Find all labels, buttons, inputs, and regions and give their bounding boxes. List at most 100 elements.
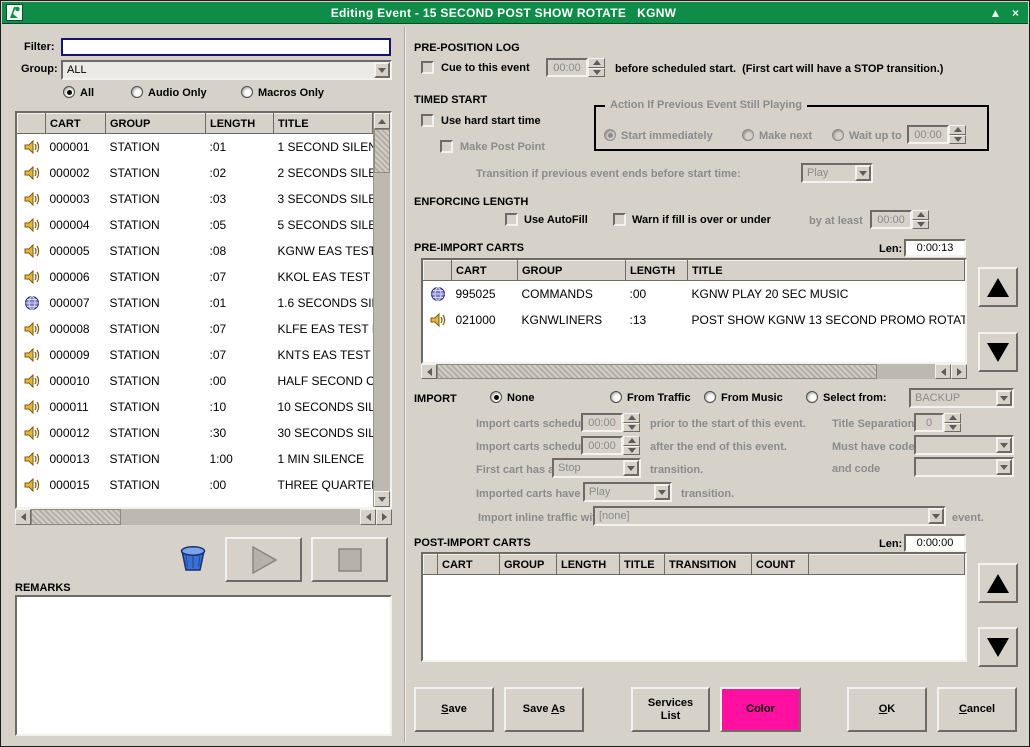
remarks-textarea[interactable] bbox=[15, 595, 392, 736]
cart-row[interactable]: 000002STATION:022 SECONDS SILEN bbox=[18, 160, 373, 186]
cart-row[interactable]: 000004STATION:055 SECONDS SILEN bbox=[18, 212, 373, 238]
import-none-radio[interactable] bbox=[490, 391, 502, 403]
cell-length: :10 bbox=[206, 394, 274, 420]
color-button[interactable]: Color bbox=[720, 687, 801, 732]
title-separation-spinbox: 0 bbox=[914, 413, 961, 432]
make-next-label: Make next bbox=[759, 130, 812, 143]
scroll-right-icon[interactable] bbox=[376, 509, 392, 525]
by-at-least-spinbox: 00:00 bbox=[870, 210, 929, 229]
post-import-move-up-button[interactable] bbox=[978, 563, 1018, 603]
chevron-down-icon bbox=[623, 460, 639, 476]
column-header-count[interactable]: COUNT bbox=[752, 555, 809, 575]
column-header-group[interactable]: GROUP bbox=[106, 114, 206, 134]
cancel-button-label: Cancel bbox=[959, 703, 995, 716]
cell-cart: 000003 bbox=[46, 186, 106, 212]
cell-length: :07 bbox=[206, 264, 274, 290]
cart-row[interactable]: 000010STATION:00HALF SECOND OF bbox=[18, 368, 373, 394]
start-immediately-radio bbox=[604, 129, 616, 141]
cart-row[interactable]: 000011STATION:1010 SECONDS SILE bbox=[18, 394, 373, 420]
scroll-left-icon[interactable] bbox=[935, 364, 951, 379]
filter-macros-only-label: Macros Only bbox=[258, 87, 324, 100]
scrollbar-track[interactable] bbox=[877, 364, 935, 379]
services-list-button[interactable]: Services List bbox=[631, 687, 710, 732]
cell-title: KNTS EAS TEST IN bbox=[274, 342, 373, 368]
play-button[interactable] bbox=[225, 537, 302, 582]
scroll-left-icon[interactable] bbox=[360, 509, 376, 525]
group-select[interactable]: ALL bbox=[61, 60, 392, 80]
filter-macros-only-radio[interactable] bbox=[241, 86, 253, 98]
column-header-icon[interactable] bbox=[18, 114, 46, 134]
cart-row[interactable]: 000008STATION:07KLFE EAS TEST IN bbox=[18, 316, 373, 342]
column-header-length[interactable]: LENGTH bbox=[626, 261, 688, 281]
cart-row[interactable]: 000013STATION1:001 MIN SILENCE bbox=[18, 446, 373, 472]
scrollbar-thumb[interactable] bbox=[31, 509, 121, 525]
library-horizontal-scrollbar[interactable] bbox=[15, 509, 392, 525]
column-header-cart[interactable]: CART bbox=[46, 114, 106, 134]
save-as-button[interactable]: Save As bbox=[504, 687, 584, 732]
hard-start-checkbox[interactable] bbox=[421, 114, 434, 127]
up-arrow-icon bbox=[985, 572, 1011, 595]
cart-row[interactable]: 000015STATION:00THREE QUARTER bbox=[18, 472, 373, 498]
pre-import-move-up-button[interactable] bbox=[978, 267, 1018, 307]
spin-down-icon bbox=[623, 423, 640, 433]
audio-cart-icon bbox=[424, 307, 452, 333]
cart-row[interactable]: 000005STATION:08KGNW EAS TEST bbox=[18, 238, 373, 264]
cart-row[interactable]: 000012STATION:3030 SECONDS SILE bbox=[18, 420, 373, 446]
column-header-title[interactable]: TITLE bbox=[274, 114, 373, 134]
filter-all-radio[interactable] bbox=[63, 86, 75, 98]
pre-import-move-down-button[interactable] bbox=[978, 332, 1018, 372]
imported-carts-suffix: transition. bbox=[681, 488, 734, 501]
cart-row[interactable]: 000007STATION:011.6 SECONDS SIL bbox=[18, 290, 373, 316]
scrollbar-thumb[interactable] bbox=[374, 129, 390, 173]
cart-row[interactable]: 995025COMMANDS:00KGNW PLAY 20 SEC MUSIC bbox=[424, 281, 965, 307]
scrollbar-track[interactable] bbox=[374, 173, 390, 491]
spin-up-icon bbox=[912, 210, 929, 220]
scroll-up-icon[interactable] bbox=[374, 113, 390, 129]
scroll-down-icon[interactable] bbox=[374, 491, 390, 507]
cart-row[interactable]: 021000KGNWLINERS:13POST SHOW KGNW 13 SEC… bbox=[424, 307, 965, 333]
column-header-title[interactable]: TITLE bbox=[688, 261, 965, 281]
filter-audio-only-radio[interactable] bbox=[131, 86, 143, 98]
pre-import-len-value: 0:00:13 bbox=[904, 239, 966, 257]
column-header-group[interactable]: GROUP bbox=[500, 555, 557, 575]
column-header-cart[interactable]: CART bbox=[452, 261, 518, 281]
column-header-transition[interactable]: TRANSITION bbox=[665, 555, 752, 575]
ok-button[interactable]: OK bbox=[847, 687, 927, 732]
autofill-checkbox[interactable] bbox=[505, 213, 518, 226]
scroll-right-icon[interactable] bbox=[951, 364, 967, 379]
cancel-button[interactable]: Cancel bbox=[937, 687, 1017, 732]
filter-input[interactable] bbox=[61, 38, 391, 56]
scrollbar-thumb[interactable] bbox=[437, 364, 877, 379]
cart-row[interactable]: 000009STATION:07KNTS EAS TEST IN bbox=[18, 342, 373, 368]
cart-row[interactable]: 000003STATION:033 SECONDS SILEN bbox=[18, 186, 373, 212]
library-vertical-scrollbar[interactable] bbox=[373, 113, 390, 507]
column-header-cart[interactable]: CART bbox=[438, 555, 500, 575]
scrollbar-track[interactable] bbox=[121, 509, 360, 525]
audio-cart-icon bbox=[18, 472, 46, 498]
cell-cart: 000005 bbox=[46, 238, 106, 264]
column-header-length[interactable]: LENGTH bbox=[206, 114, 274, 134]
import-from-traffic-radio[interactable] bbox=[610, 391, 622, 403]
scroll-left-icon[interactable] bbox=[421, 364, 437, 379]
shade-button[interactable]: ▲ bbox=[987, 4, 1004, 21]
column-header-length[interactable]: LENGTH bbox=[557, 555, 620, 575]
save-button[interactable]: Save bbox=[414, 687, 494, 732]
column-header-icon[interactable] bbox=[424, 555, 438, 575]
import-from-music-radio[interactable] bbox=[704, 391, 716, 403]
scroll-left-icon[interactable] bbox=[15, 509, 31, 525]
column-header-icon[interactable] bbox=[424, 261, 452, 281]
chevron-down-icon[interactable] bbox=[374, 62, 390, 78]
stop-button[interactable] bbox=[311, 537, 388, 582]
import-select-from-radio[interactable] bbox=[806, 391, 818, 403]
cart-row[interactable]: 000001STATION:011 SECOND SILEN bbox=[18, 134, 373, 160]
warn-fill-checkbox[interactable] bbox=[613, 213, 626, 226]
cue-to-event-checkbox[interactable] bbox=[421, 61, 434, 74]
close-button[interactable]: × bbox=[1007, 4, 1024, 21]
column-header-title[interactable]: TITLE bbox=[620, 555, 665, 575]
cell-length: :01 bbox=[206, 134, 274, 160]
audio-cart-icon bbox=[18, 342, 46, 368]
cart-row[interactable]: 000006STATION:07KKOL EAS TEST IN bbox=[18, 264, 373, 290]
pre-import-horizontal-scrollbar[interactable] bbox=[421, 364, 967, 379]
column-header-group[interactable]: GROUP bbox=[518, 261, 626, 281]
post-import-move-down-button[interactable] bbox=[978, 627, 1018, 667]
